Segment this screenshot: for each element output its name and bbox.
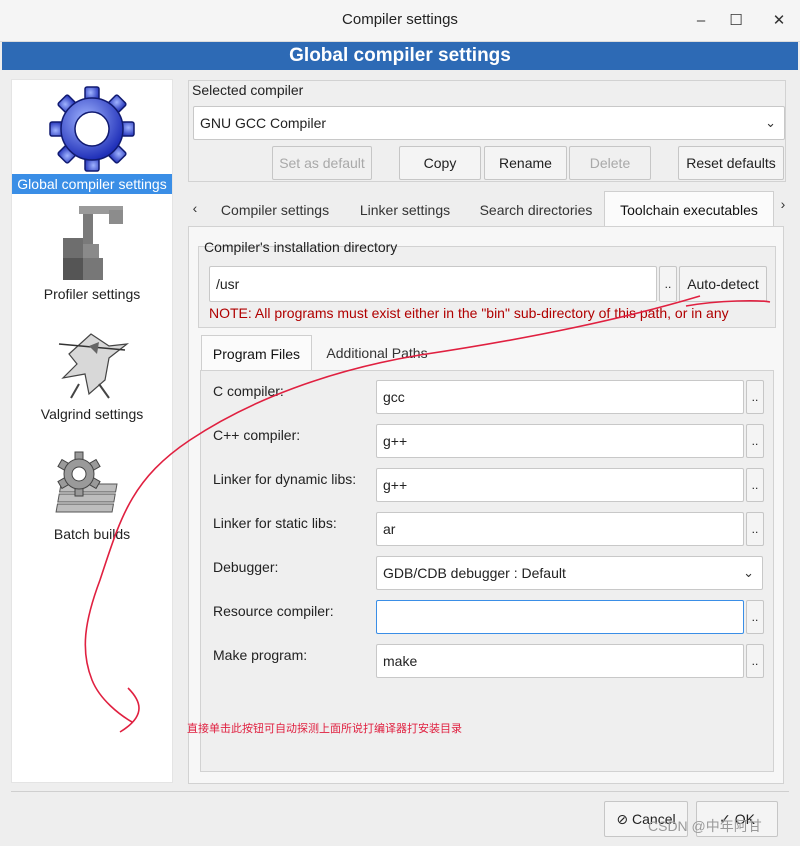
footer-divider: [11, 791, 789, 792]
cancel-icon: ⊘: [616, 811, 633, 827]
annotation-text: 直接单击此按钮可自动探测上面所说打编译器打安装目录: [187, 723, 462, 735]
watermark: CSDN @中年阿甘: [648, 818, 762, 834]
